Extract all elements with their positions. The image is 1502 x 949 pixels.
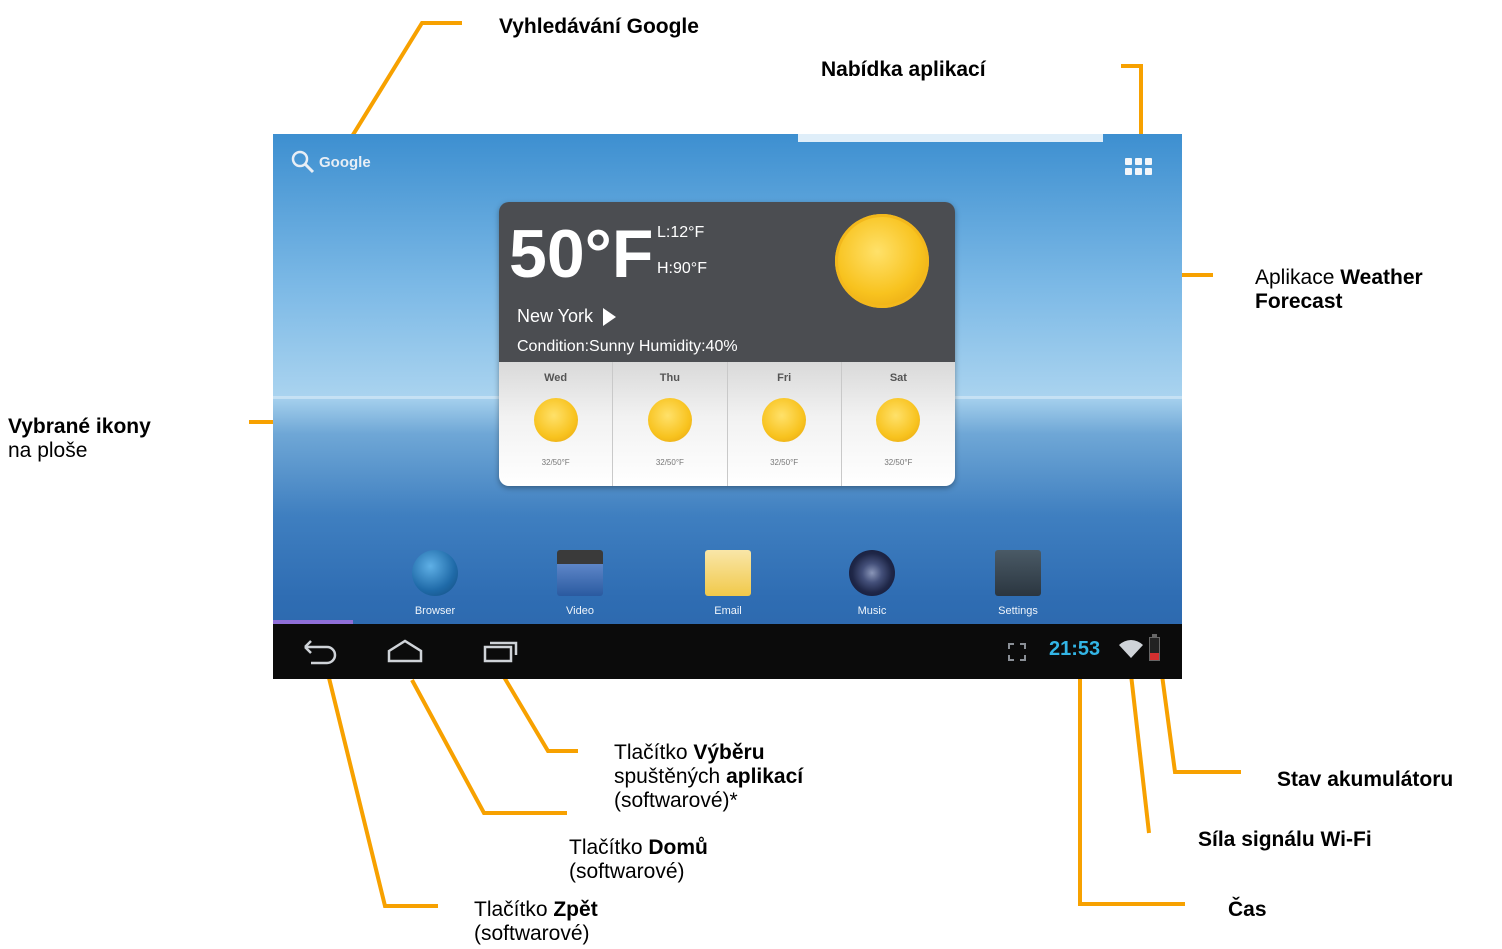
callout-weather-prefix: Aplikace — [1255, 266, 1341, 289]
sky-highlight — [798, 134, 1103, 142]
forecast-day-name: Wed — [544, 372, 568, 384]
callout-recent-prefix-2: spuštěných — [614, 765, 727, 788]
music-icon — [849, 550, 895, 596]
callout-recent-bold-1: Výběru — [693, 741, 765, 764]
wifi-icon — [1119, 640, 1143, 658]
weather-current: 50°F L:12°F H:90°F New York Condition:Su… — [499, 202, 955, 362]
dock-settings[interactable]: Settings — [973, 550, 1063, 626]
forecast-day: Thu 32/50°F — [613, 362, 728, 486]
battery-cap — [1152, 634, 1157, 637]
next-arrow-icon[interactable] — [603, 307, 617, 326]
dock-browser[interactable]: Browser — [390, 550, 480, 626]
dock-label: Music — [857, 605, 887, 617]
callout-apps-menu: Nabídka aplikací — [821, 58, 986, 81]
email-icon — [705, 550, 751, 596]
low-temperature: L:12°F — [657, 224, 705, 241]
dock-video[interactable]: Video — [535, 550, 625, 626]
search-icon — [291, 150, 315, 174]
battery-icon — [1149, 634, 1160, 661]
recent-apps-icon[interactable] — [479, 637, 519, 665]
apps-menu-icon[interactable] — [1125, 158, 1153, 180]
dock-label: Browser — [414, 605, 456, 617]
city-selector[interactable]: New York — [517, 306, 617, 327]
forecast-day: Fri 32/50°F — [728, 362, 842, 486]
callout-weather-bold-1: Weather — [1340, 266, 1423, 289]
status-clock: 21:53 — [1049, 638, 1101, 660]
callout-home-line-2: (softwarové) — [569, 860, 685, 883]
sun-icon — [762, 398, 807, 442]
system-bar: 21:53 — [273, 624, 1182, 679]
forecast-day-name: Sat — [889, 372, 907, 384]
forecast-day-name: Thu — [659, 372, 680, 384]
forecast-day-range: 32/50°F — [770, 458, 799, 467]
back-icon[interactable] — [297, 637, 341, 665]
forecast-day-range: 32/50°F — [541, 458, 570, 467]
forecast-day-name: Fri — [777, 372, 792, 384]
battery-level — [1150, 653, 1159, 660]
dock-music[interactable]: Music — [827, 550, 917, 626]
high-temperature: H:90°F — [657, 260, 707, 277]
weather-widget[interactable]: 50°F L:12°F H:90°F New York Condition:Su… — [499, 202, 955, 486]
fullscreen-icon[interactable] — [1007, 642, 1027, 662]
callout-icons: Vybrané ikony na ploše — [8, 415, 151, 463]
tablet-screen: Google 50°F L:12°F H:90°F New York Condi… — [273, 134, 1182, 679]
weather-condition: Condition:Sunny Humidity:40% — [517, 338, 738, 355]
callout-recent-bold-2: aplikací — [726, 765, 804, 788]
callout-recent-prefix-1: Tlačítko — [614, 741, 694, 764]
forecast-day: Wed 32/50°F — [499, 362, 614, 486]
callout-battery: Stav akumulátoru — [1277, 768, 1454, 791]
callout-wifi: Síla signálu Wi-Fi — [1198, 828, 1372, 851]
callout-back: Tlačítko Zpět (softwarové) — [474, 898, 598, 946]
home-icon[interactable] — [385, 637, 425, 665]
video-icon — [557, 550, 603, 596]
city-name: New York — [517, 306, 594, 326]
forecast-row: Wed 32/50°F Thu 32/50°F Fri 32/50°F Sat … — [499, 362, 955, 486]
callout-back-prefix: Tlačítko — [474, 898, 554, 921]
dock-label: Settings — [998, 605, 1038, 617]
dock-email[interactable]: Email — [683, 550, 773, 626]
callout-google-search: Vyhledávání Google — [499, 15, 699, 38]
sun-icon — [647, 398, 692, 442]
sun-icon — [835, 214, 929, 308]
callout-home-bold: Domů — [648, 836, 708, 859]
callout-weather: Aplikace Weather Forecast — [1255, 266, 1423, 314]
forecast-day-range: 32/50°F — [884, 458, 913, 467]
callout-recent-line-3: (softwarové)* — [614, 789, 738, 812]
callout-time: Čas — [1228, 898, 1267, 921]
forecast-day-range: 32/50°F — [655, 458, 684, 467]
settings-icon — [995, 550, 1041, 596]
callout-icons-bold: Vybrané ikony — [8, 415, 151, 438]
google-search-label: Google — [319, 153, 371, 171]
callout-recent-apps: Tlačítko Výběru spuštěných aplikací (sof… — [614, 741, 803, 813]
dock-label: Email — [714, 605, 742, 617]
google-search-widget[interactable]: Google — [289, 148, 371, 176]
callout-icons-rest: na ploše — [8, 439, 88, 462]
callout-home: Tlačítko Domů (softwarové) — [569, 836, 708, 884]
callout-home-prefix: Tlačítko — [569, 836, 649, 859]
browser-icon — [412, 550, 458, 596]
callout-back-line-2: (softwarové) — [474, 922, 590, 945]
forecast-day: Sat 32/50°F — [842, 362, 955, 486]
callout-weather-bold-2: Forecast — [1255, 290, 1343, 313]
current-temperature: 50°F — [509, 216, 654, 292]
sun-icon — [533, 398, 578, 442]
callout-back-bold: Zpět — [553, 898, 598, 921]
dock-label: Video — [566, 605, 594, 617]
sun-icon — [876, 398, 921, 442]
